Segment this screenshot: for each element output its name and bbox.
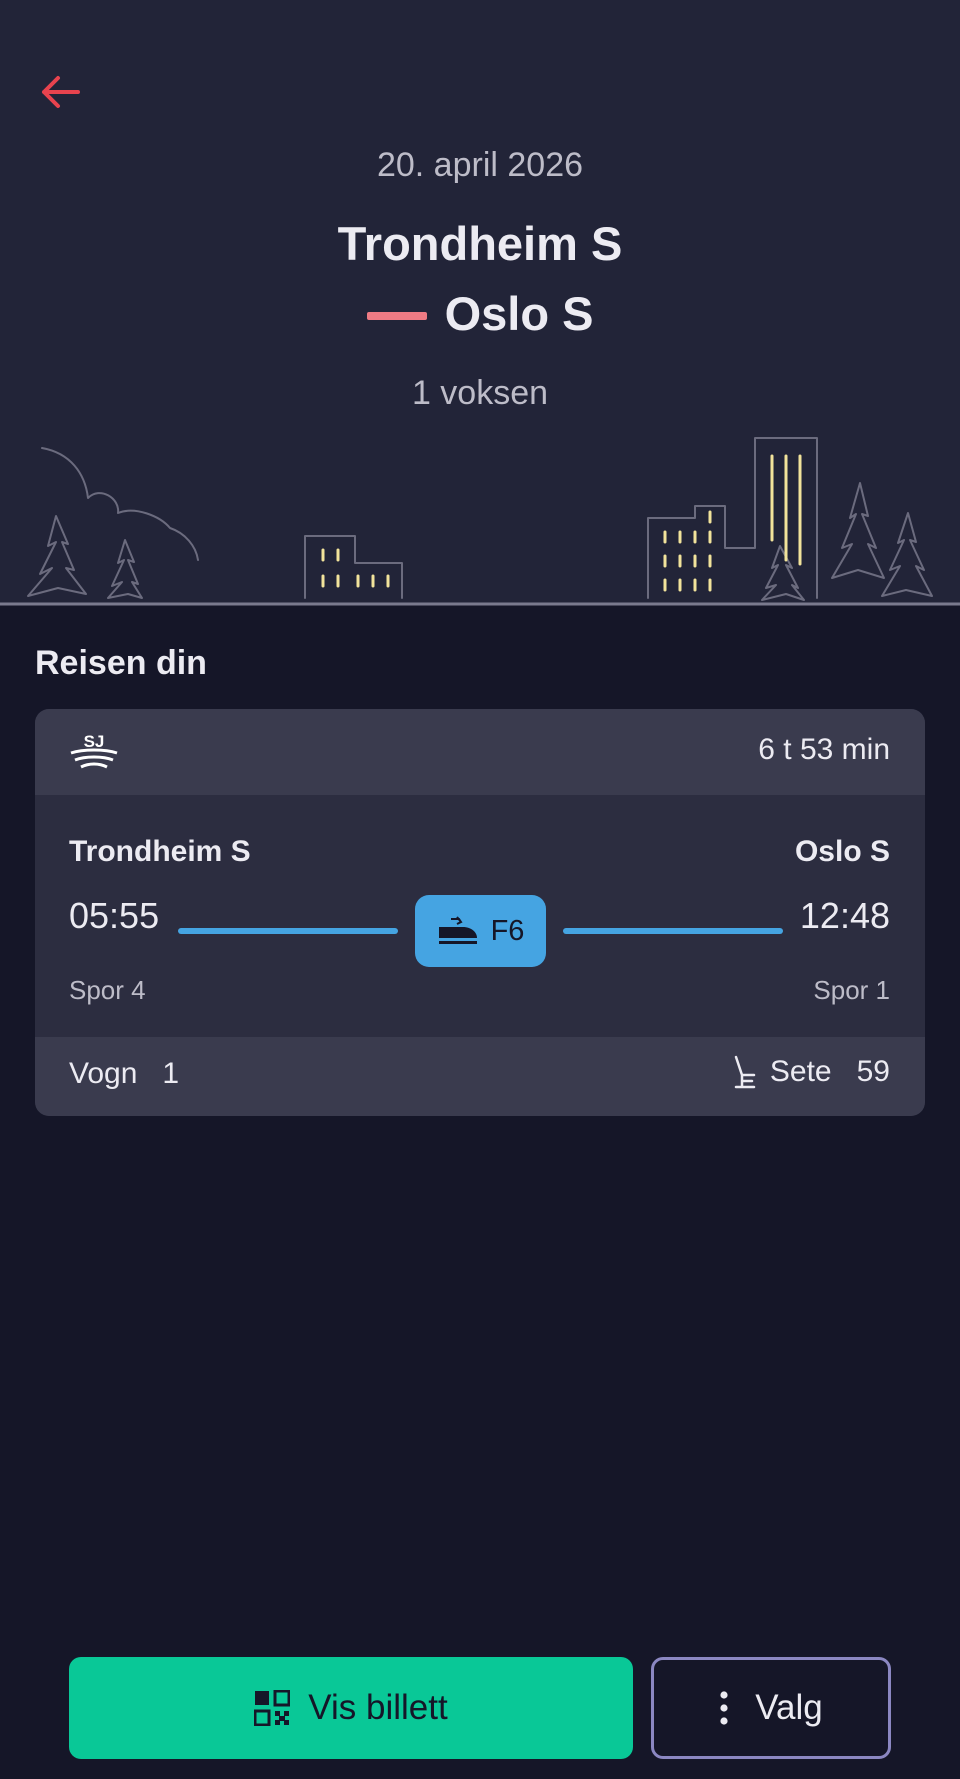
arrival-track: Spor 1 (813, 975, 890, 1005)
options-label: Valg (755, 1688, 823, 1727)
route-line-right (563, 928, 783, 934)
train-line-badge[interactable]: F6 (415, 895, 546, 967)
destination-station-title: Oslo S (444, 287, 594, 340)
travel-date: 20. april 2026 (376, 146, 584, 184)
seat-info-bar: Vogn 1 Sete 59 (35, 1037, 925, 1116)
train-icon (438, 916, 477, 944)
seat-icon (734, 1055, 756, 1089)
route-dash (366, 311, 427, 320)
svg-text:SJ: SJ (84, 732, 105, 751)
departure-time: 05:55 (69, 895, 160, 936)
skyline-illustration (0, 437, 960, 606)
qr-code-icon (254, 1690, 291, 1726)
journey-card[interactable]: SJ 6 t 53 min Trondheim S Oslo S 05:55 F… (35, 709, 925, 1116)
back-button[interactable] (36, 68, 84, 116)
journey-details: Trondheim S Oslo S 05:55 F6 12:48 Spor 4… (35, 795, 925, 1037)
seat-info: Sete 59 (732, 1055, 890, 1089)
options-button[interactable]: Valg (651, 1657, 891, 1759)
train-line-label: F6 (490, 914, 525, 947)
destination-row: Oslo S (0, 286, 960, 341)
show-ticket-label: Vis billett (308, 1688, 448, 1727)
passenger-count: 1 voksen (411, 374, 549, 412)
wagon-number: Vogn 1 (69, 1057, 180, 1090)
seat-number: Sete 59 (769, 1055, 890, 1088)
section-title-journey: Reisen din (35, 644, 207, 682)
journey-duration: 6 t 53 min (758, 733, 890, 766)
arrival-station: Oslo S (794, 835, 890, 868)
arrival-time: 12:48 (799, 895, 890, 936)
sj-logo: SJ (70, 732, 118, 769)
show-ticket-button[interactable]: Vis billett (69, 1657, 633, 1759)
route-line-left (178, 928, 398, 934)
origin-station-title: Trondheim S (337, 217, 623, 270)
departure-station: Trondheim S (69, 835, 251, 868)
journey-card-header: SJ 6 t 53 min (35, 709, 925, 795)
arrow-left-icon (42, 76, 80, 108)
departure-track: Spor 4 (69, 975, 146, 1005)
more-vertical-icon (720, 1691, 728, 1725)
header-hero: 20. april 2026 Trondheim S Oslo S 1 voks… (0, 0, 960, 606)
